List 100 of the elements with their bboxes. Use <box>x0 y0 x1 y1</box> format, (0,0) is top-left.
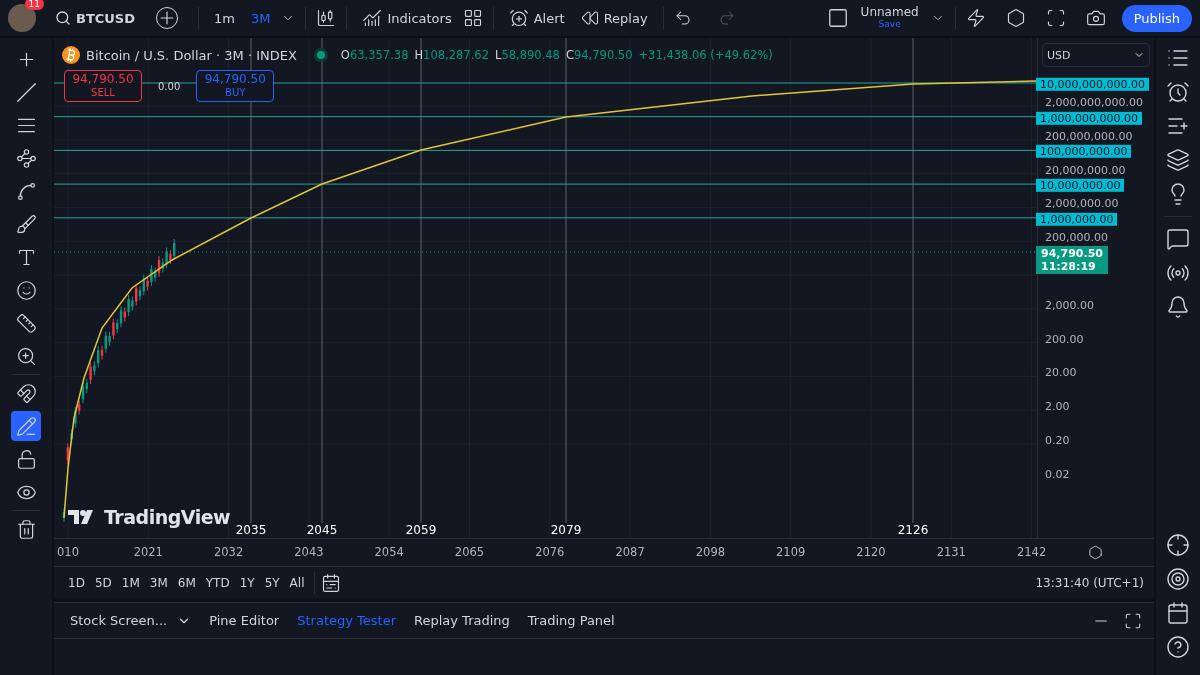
candlestick-icon[interactable] <box>316 8 337 28</box>
target-icon[interactable] <box>1166 567 1190 591</box>
last-price-label: 94,790.50 11:28:19 <box>1036 246 1108 274</box>
ohlc-value: C94,790.50 <box>565 48 633 62</box>
price-label: 200,000,000.00 <box>1045 131 1133 142</box>
notification-badge: 11 <box>24 0 44 10</box>
alarm-clock-icon[interactable] <box>1166 80 1190 104</box>
year-label: 2079 <box>550 523 582 537</box>
grid-icon[interactable] <box>462 8 483 28</box>
price-label: 0.20 <box>1045 435 1070 447</box>
time-label: 2032 <box>213 545 244 559</box>
time-label: 2021 <box>133 545 163 559</box>
settings-icon[interactable] <box>1005 8 1026 28</box>
panel-tab[interactable]: Strategy Tester <box>293 611 400 630</box>
watermark-text: TradingView <box>104 506 231 528</box>
line-tool-icon <box>15 81 37 103</box>
brush-icon <box>15 213 37 235</box>
market-status-dot <box>316 51 325 59</box>
time-label: 2142 <box>1016 545 1047 559</box>
year-label: 2045 <box>306 523 338 537</box>
spread-value: 0.00 <box>157 80 182 92</box>
symbol-search[interactable]: BTCUSD <box>50 6 141 30</box>
currency-select[interactable]: USD <box>1042 43 1150 67</box>
publish-button[interactable]: Publish <box>1121 4 1192 32</box>
year-label: 2059 <box>405 523 437 537</box>
range-button[interactable]: 3M <box>145 572 172 593</box>
time-label: 2087 <box>615 545 645 559</box>
panel-tab[interactable]: Replay Trading <box>410 611 514 630</box>
range-button[interactable]: 6M <box>173 572 200 593</box>
ruler-icon <box>15 312 37 334</box>
maximize-icon[interactable] <box>1124 611 1142 630</box>
magnet-icon <box>15 382 37 404</box>
interval-button[interactable]: 3M <box>245 6 276 30</box>
alarm-clock-icon <box>508 8 529 28</box>
rewind-icon <box>580 9 599 27</box>
layers-icon[interactable] <box>1166 148 1190 172</box>
range-button[interactable]: 1M <box>117 572 144 593</box>
level-label: 100,000,000.00 <box>1036 145 1132 159</box>
trash-icon <box>15 518 37 540</box>
ohlc-value: O63,357.38 <box>340 48 409 62</box>
level-label: 10,000,000,000.00 <box>1036 77 1149 91</box>
crosshair-icon[interactable] <box>1166 533 1190 557</box>
indicators-button[interactable]: Indicators <box>357 4 457 32</box>
ohlc-value: H108,287.62 <box>414 48 489 62</box>
buy-button[interactable]: 94,790.50 BUY <box>196 70 275 102</box>
alert-button[interactable]: Alert <box>503 4 570 32</box>
ohlc-value: L58,890.48 <box>494 48 560 62</box>
time-label: 2120 <box>856 545 886 559</box>
bitcoin-icon <box>62 46 80 64</box>
time-label: 2098 <box>695 545 726 559</box>
horizontal-level-line[interactable] <box>54 149 1037 151</box>
chat-icon[interactable] <box>1166 227 1190 251</box>
time-label: 2131 <box>936 545 966 559</box>
unlock-icon <box>15 448 37 470</box>
year-label: 2126 <box>897 523 929 537</box>
sell-button[interactable]: 94,790.50 SELL <box>64 70 142 102</box>
curve-icon <box>15 180 37 202</box>
price-label: 2,000.00 <box>1045 300 1094 311</box>
range-button[interactable]: 1D <box>64 572 89 593</box>
time-label: 2109 <box>776 545 806 559</box>
level-label: 1,000,000.00 <box>1036 212 1118 226</box>
price-label: 20.00 <box>1045 367 1077 379</box>
layout-name-button[interactable]: Unnamed Save <box>854 5 925 31</box>
price-label: 20,000,000.00 <box>1045 164 1126 176</box>
price-label: 200,000.00 <box>1045 232 1108 244</box>
undo-icon[interactable] <box>673 9 692 27</box>
panel-tab[interactable]: Pine Editor <box>205 611 284 630</box>
fullscreen-icon[interactable] <box>1045 8 1066 28</box>
calendar-icon[interactable] <box>1166 601 1190 625</box>
symbol-title: Bitcoin / U.S. Dollar · 3M · INDEX <box>86 47 297 63</box>
price-label: 2,000,000,000.00 <box>1045 97 1143 109</box>
pattern-icon <box>15 147 37 169</box>
bell-icon[interactable] <box>1166 295 1190 319</box>
price-label: 2,000,000.00 <box>1045 198 1119 210</box>
price-change: +31,438.06 (+49.62%) <box>638 48 773 62</box>
camera-icon[interactable] <box>1085 8 1106 28</box>
price-label: 2.00 <box>1045 401 1070 413</box>
square-icon[interactable] <box>826 7 849 29</box>
range-button[interactable]: 1Y <box>235 572 259 593</box>
replay-button[interactable]: Replay <box>575 5 653 31</box>
go-to-date-icon[interactable] <box>321 572 342 593</box>
zoom-in-icon <box>15 345 37 367</box>
time-label: 010 <box>57 545 79 559</box>
range-button[interactable]: 5D <box>90 572 116 593</box>
year-label: 2035 <box>235 523 267 537</box>
settings-icon[interactable] <box>1088 545 1103 560</box>
panel-tab[interactable]: Stock Screen... <box>66 611 196 630</box>
range-button[interactable]: All <box>285 572 309 593</box>
range-button[interactable]: 5Y <box>260 572 284 593</box>
interval-button[interactable]: 1m <box>209 6 240 30</box>
panel-tab[interactable]: Trading Panel <box>523 611 619 630</box>
time-label: 2054 <box>374 545 404 559</box>
help-icon[interactable] <box>1166 635 1190 659</box>
candle <box>62 507 66 523</box>
pencil-icon <box>15 415 37 437</box>
clock-text[interactable]: 13:31:40 (UTC+1) <box>1035 575 1144 590</box>
range-button[interactable]: YTD <box>201 572 234 593</box>
search-icon <box>55 10 71 26</box>
time-label: 2076 <box>535 545 565 559</box>
chart-icon <box>362 8 383 28</box>
